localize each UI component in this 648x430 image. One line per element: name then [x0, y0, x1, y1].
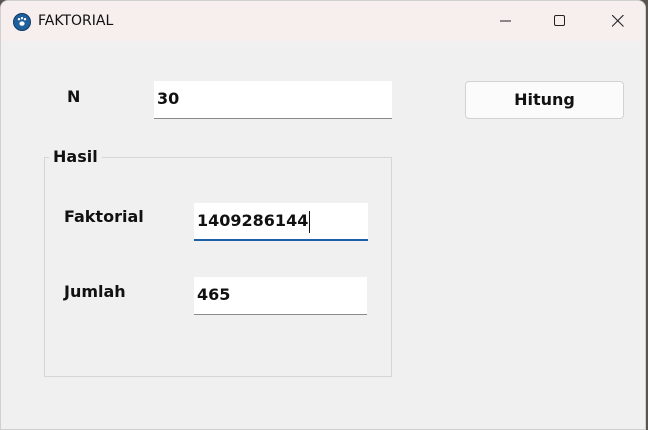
- app-window: FAKTORIAL N 30 Hitung Hasil Faktorial 14…: [0, 0, 646, 430]
- result-groupbox: [44, 157, 392, 377]
- minimize-icon: [500, 20, 511, 22]
- sum-output[interactable]: 465: [194, 277, 367, 315]
- sum-label: Jumlah: [64, 282, 126, 301]
- sum-output-value: 465: [197, 285, 231, 304]
- maximize-icon: [554, 15, 565, 26]
- result-group-title: Hasil: [49, 147, 102, 166]
- factorial-output-value: 1409286144: [197, 211, 309, 230]
- hitung-button[interactable]: Hitung: [465, 81, 624, 119]
- paw-icon: [13, 13, 31, 31]
- factorial-output[interactable]: 1409286144: [194, 203, 368, 241]
- n-input[interactable]: 30: [154, 81, 392, 119]
- n-input-value: 30: [157, 89, 180, 108]
- close-button[interactable]: [589, 1, 645, 41]
- minimize-button[interactable]: [477, 1, 535, 41]
- window-title: FAKTORIAL: [38, 13, 114, 29]
- n-label: N: [67, 87, 81, 106]
- text-caret: [309, 210, 311, 233]
- close-icon: [612, 15, 624, 27]
- factorial-label: Faktorial: [64, 207, 144, 226]
- title-bar[interactable]: FAKTORIAL: [1, 1, 645, 41]
- maximize-button[interactable]: [531, 1, 589, 41]
